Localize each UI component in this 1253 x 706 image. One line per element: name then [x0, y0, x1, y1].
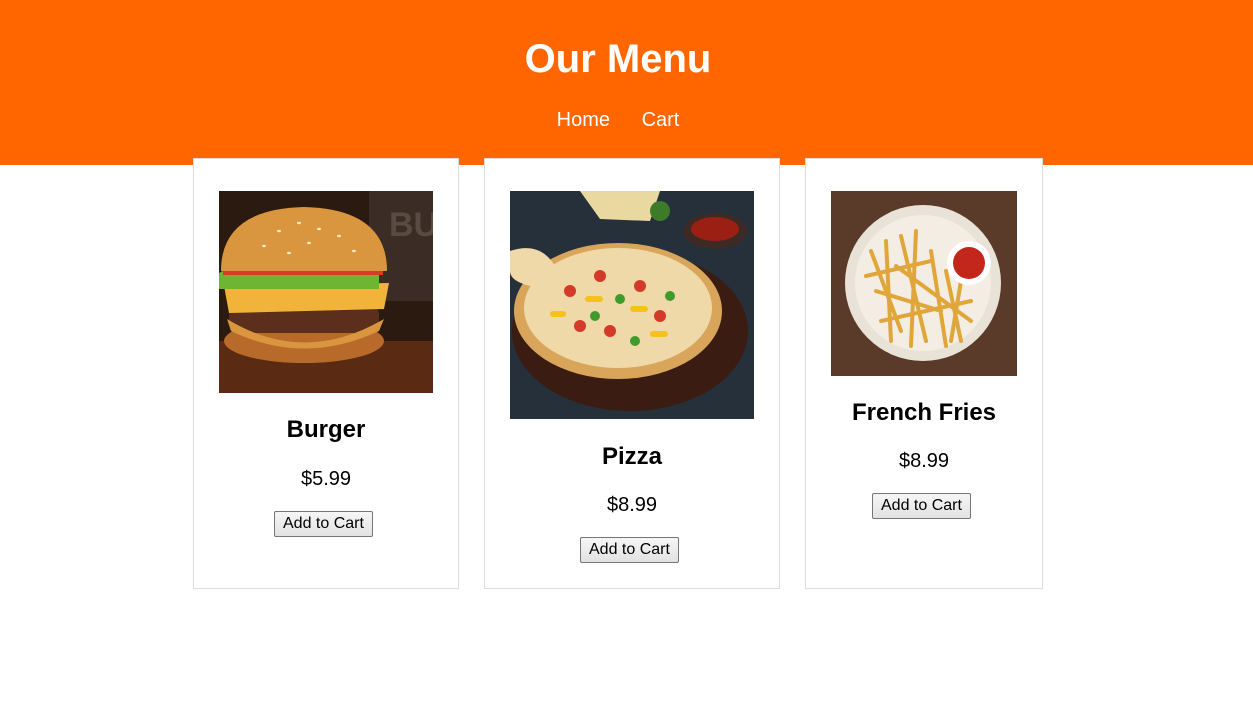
item-price: $5.99	[300, 468, 352, 490]
page-title: Our Menu	[524, 37, 712, 81]
french-fries-photo	[831, 191, 1017, 376]
menu-card-pizza: Pizza $8.99 Add to Cart	[484, 158, 780, 589]
menu-card-french-fries: French Fries $8.99 Add to Cart	[805, 158, 1043, 589]
nav-link-cart[interactable]: Cart	[642, 109, 680, 131]
item-price: $8.99	[606, 494, 658, 516]
burger-photo: BU	[219, 191, 433, 393]
pizza-photo	[510, 191, 754, 419]
add-to-cart-button[interactable]: Add to Cart	[580, 537, 679, 563]
add-to-cart-button[interactable]: Add to Cart	[274, 511, 373, 537]
item-name: Burger	[286, 416, 366, 443]
nav-link-home[interactable]: Home	[557, 109, 610, 131]
menu-card-burger: BU Burger $5.99 Add to Cart	[193, 158, 459, 589]
site-header: Our Menu Home Cart	[0, 0, 1253, 165]
add-to-cart-button[interactable]: Add to Cart	[872, 493, 971, 519]
item-name: Pizza	[601, 443, 663, 470]
main-nav: Home Cart	[0, 108, 1236, 132]
item-name: French Fries	[851, 399, 997, 426]
svg-text:BU: BU	[389, 206, 433, 244]
item-price: $8.99	[898, 450, 950, 472]
